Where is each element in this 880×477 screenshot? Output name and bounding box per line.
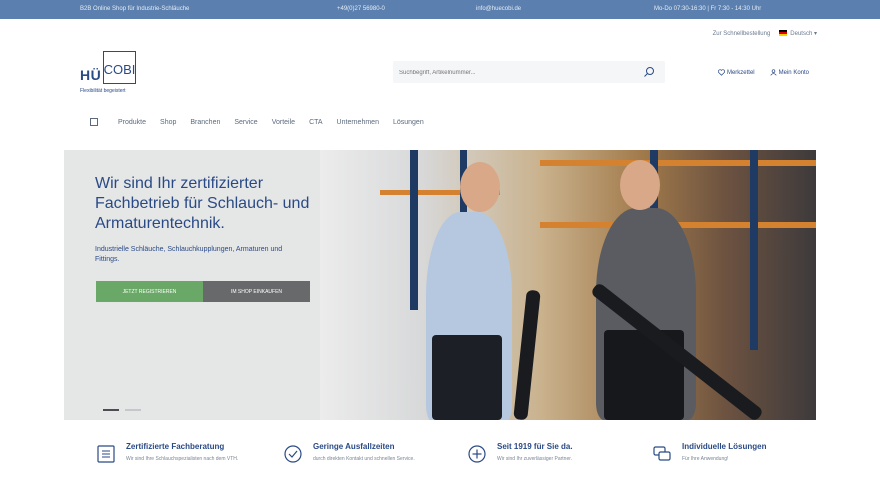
hero-subtitle: Industrielle Schläuche, Schlauchkupplung… bbox=[95, 246, 283, 263]
nav-item-shop[interactable]: Shop bbox=[160, 119, 176, 126]
feature-title: Individuelle Lösungen bbox=[682, 442, 767, 451]
topbar-email[interactable]: info@huecobi.de bbox=[476, 6, 521, 12]
search-input[interactable] bbox=[393, 62, 633, 84]
logo-cobi: COBI bbox=[103, 51, 136, 84]
feature-desc: Für Ihre Anwendung! bbox=[682, 456, 729, 462]
person-left-head bbox=[460, 162, 500, 212]
nav-item-cta[interactable]: CTA bbox=[309, 119, 322, 126]
feature-title: Zertifizierte Fachberatung bbox=[126, 442, 225, 451]
quick-order-link[interactable]: Zur Schnellbestellung bbox=[713, 31, 771, 37]
logo-tagline: Flexibilität begeistert bbox=[80, 88, 126, 94]
shelf-beam bbox=[540, 160, 816, 166]
feature-row: Zertifizierte Fachberatung Wir sind Ihre… bbox=[0, 420, 880, 477]
document-list-icon bbox=[97, 445, 115, 463]
slider-dot-1[interactable] bbox=[103, 409, 119, 411]
feature-desc: Wir sind Ihr zuverlässiger Partner. bbox=[497, 456, 573, 462]
check-circle-icon bbox=[284, 445, 302, 463]
logo-hu: HÜ bbox=[80, 67, 102, 83]
feature-title: Seit 1919 für Sie da. bbox=[497, 442, 573, 451]
slider-dot-2[interactable] bbox=[125, 409, 141, 411]
account-link[interactable]: Mein Konto bbox=[770, 69, 809, 76]
nav-item-vorteile[interactable]: Vorteile bbox=[272, 119, 295, 126]
nav-item-loesungen[interactable]: Lösungen bbox=[393, 119, 424, 126]
heart-icon bbox=[717, 69, 725, 76]
language-selector[interactable]: Deutsch ▾ bbox=[779, 30, 817, 37]
hose-left bbox=[513, 289, 541, 420]
menu-grid-icon[interactable] bbox=[90, 118, 98, 126]
topbar-phone[interactable]: +49(0)27 56980-0 bbox=[337, 6, 385, 12]
rack-pole bbox=[750, 150, 758, 350]
plus-circle-icon bbox=[468, 445, 486, 463]
chat-bubbles-icon bbox=[653, 446, 671, 461]
hero-photo-warehouse bbox=[320, 150, 816, 420]
nav-item-produkte[interactable]: Produkte bbox=[118, 119, 146, 126]
main-nav: Produkte Shop Branchen Service Vorteile … bbox=[90, 118, 424, 126]
slider-indicator bbox=[103, 409, 141, 411]
top-info-bar: B2B Online Shop für Industrie-Schläuche … bbox=[0, 0, 880, 19]
nav-item-branchen[interactable]: Branchen bbox=[190, 119, 220, 126]
user-icon bbox=[770, 69, 777, 76]
german-flag-icon bbox=[779, 30, 788, 37]
nav-item-service[interactable]: Service bbox=[234, 119, 257, 126]
person-right-head bbox=[620, 160, 660, 210]
shop-button[interactable]: Im Shop einkaufen bbox=[203, 281, 310, 302]
nav-item-unternehmen[interactable]: Unternehmen bbox=[337, 119, 379, 126]
utility-row: Zur Schnellbestellung Deutsch ▾ bbox=[713, 30, 817, 37]
wishlist-link[interactable]: Merkzettel bbox=[717, 69, 755, 76]
topbar-hours: Mo-Do 07:30-16:30 | Fr 7:30 - 14:30 Uhr bbox=[654, 6, 762, 12]
register-button[interactable]: Jetzt registrieren bbox=[96, 281, 203, 302]
topbar-shop-info: B2B Online Shop für Industrie-Schläuche bbox=[80, 6, 190, 12]
feature-title: Geringe Ausfallzeiten bbox=[313, 442, 395, 451]
search-icon[interactable] bbox=[643, 66, 655, 78]
person-left-legs bbox=[432, 335, 502, 420]
hero-title: Wir sind Ihr zertifizierter Fachbetrieb … bbox=[95, 175, 310, 232]
feature-desc: Wir sind Ihre Schlauchspezialisten nach … bbox=[126, 456, 239, 462]
logo[interactable]: HÜ COBI Flexibilität begeistert bbox=[80, 51, 150, 95]
header-links: Merkzettel Mein Konto bbox=[717, 69, 809, 76]
search-bar bbox=[393, 61, 665, 84]
rack-pole bbox=[410, 150, 418, 310]
feature-desc: durch direkten Kontakt und schnellen Ser… bbox=[313, 456, 415, 462]
